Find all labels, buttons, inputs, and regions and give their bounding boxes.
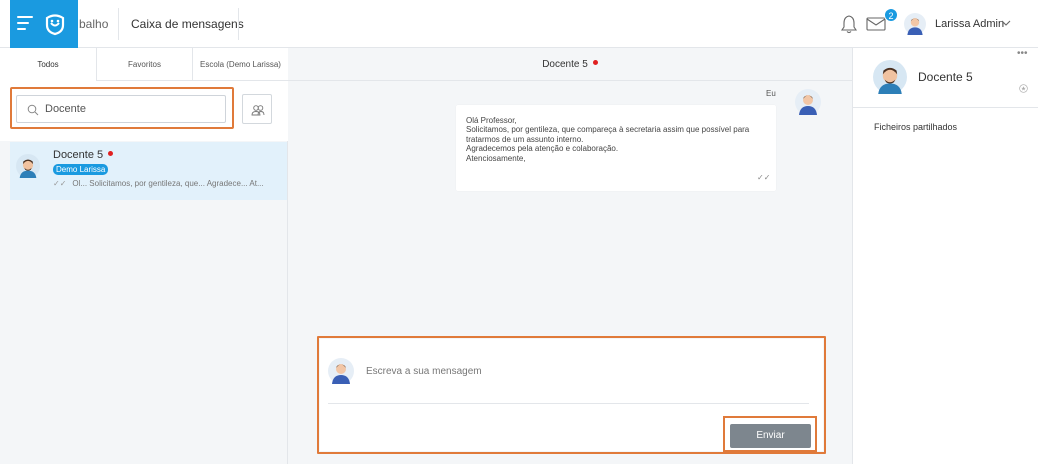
conversation-preview: ✓✓ Ol... Solicitamos, por gentileza, que.…	[53, 179, 264, 188]
divider	[118, 8, 119, 40]
bell-icon[interactable]	[840, 14, 858, 34]
filter-tabs: Todos Favoritos Escola (Demo Larissa)	[0, 48, 288, 81]
tab-all[interactable]: Todos	[0, 48, 97, 81]
app-logo-block[interactable]	[10, 0, 78, 48]
message-input[interactable]: Escreva a sua mensagem	[366, 366, 482, 377]
tab-school[interactable]: Escola (Demo Larissa)	[193, 48, 288, 81]
chevron-down-icon[interactable]	[1001, 19, 1011, 27]
tab-favorites[interactable]: Favoritos	[97, 48, 193, 81]
message-line: Solicitamos, por gentileza, que compareç…	[466, 125, 750, 135]
contacts-button[interactable]	[242, 94, 272, 124]
divider	[238, 8, 239, 40]
message-text: Olá Professor, Solicitamos, por gentilez…	[466, 116, 749, 163]
chat-panel: Docente 5 Eu Olá Professor, Solicitamos,…	[288, 48, 852, 464]
search-icon	[27, 104, 39, 116]
composer-divider	[328, 403, 809, 404]
avatar	[873, 60, 907, 94]
message-bubble: Olá Professor, Solicitamos, por gentilez…	[456, 105, 776, 191]
read-check-icon: ✓✓	[757, 173, 771, 182]
conversation-name: Docente 5	[53, 149, 114, 161]
conversation-name-text: Docente 5	[53, 149, 104, 161]
read-check-icon: ✓✓	[53, 179, 67, 188]
conversation-list-panel: Todos Favoritos Escola (Demo Larissa) Do…	[0, 48, 288, 464]
breadcrumb-partial[interactable]: balho	[79, 17, 108, 31]
contact-name: Docente 5	[918, 70, 973, 84]
menu-icon[interactable]	[17, 16, 33, 30]
contact-details-panel: ••• Docente 5 Ficheiros partilhados	[852, 48, 1038, 464]
conversation-preview-text: Ol... Solicitamos, por gentileza, que...…	[72, 179, 264, 188]
chat-title: Docente 5	[542, 59, 588, 70]
message-line: Agradecemos pela atenção e colaboração.	[466, 144, 619, 154]
user-avatar[interactable]	[904, 13, 926, 35]
search-area: Docente	[0, 81, 288, 141]
unread-dot	[108, 151, 114, 156]
send-button[interactable]: Enviar	[730, 424, 811, 448]
avatar	[795, 89, 821, 115]
avatar	[16, 154, 40, 178]
divider	[853, 107, 1038, 108]
search-value[interactable]: Docente	[45, 103, 86, 115]
message-line: Atenciosamente,	[466, 153, 526, 163]
mail-icon[interactable]	[866, 16, 886, 32]
shared-files-label[interactable]: Ficheiros partilhados	[874, 122, 957, 132]
list-item[interactable]: Docente 5 Demo Larissa ✓✓ Ol... Solicitam…	[10, 142, 287, 200]
sender-label: Eu	[766, 89, 776, 98]
user-name[interactable]: Larissa Admin	[935, 18, 1004, 30]
users-icon	[251, 105, 265, 116]
avatar	[328, 358, 354, 384]
star-icon[interactable]	[1019, 84, 1028, 93]
top-bar: balho Caixa de mensagens 2 Larissa Admin	[0, 0, 1038, 48]
page-title: Caixa de mensagens	[131, 17, 244, 31]
app-logo-icon	[45, 14, 65, 36]
more-options-icon[interactable]: •••	[1017, 48, 1028, 59]
search-input[interactable]: Docente	[16, 95, 226, 123]
message-line: tratarmos de um assunto interno.	[466, 134, 584, 144]
chat-header: Docente 5	[288, 48, 852, 81]
status-dot	[592, 60, 598, 65]
message-line: Olá Professor,	[466, 116, 517, 125]
message-count-badge: 2	[884, 8, 898, 22]
school-tag: Demo Larissa	[53, 164, 109, 175]
